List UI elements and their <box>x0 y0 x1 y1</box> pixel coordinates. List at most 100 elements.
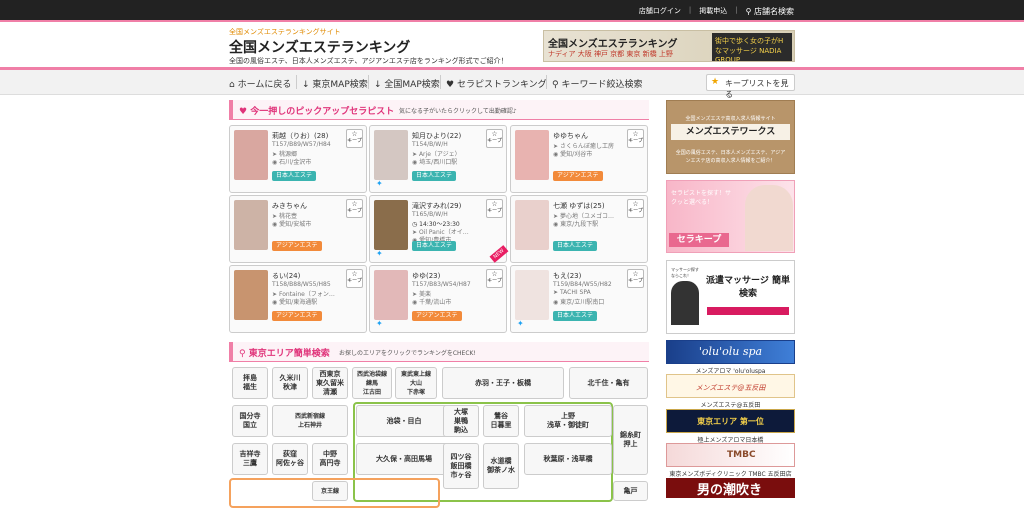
haken-title: 派遣マッサージ 簡単検索 <box>706 276 790 299</box>
pin-icon: ◉ <box>553 151 559 158</box>
area-button[interactable]: 水道橋 御茶ノ水 <box>483 443 519 489</box>
therapist-area: ◉ 東京/立川駅南口 <box>553 299 605 306</box>
shop-login-link[interactable]: 店舗ログイン <box>639 6 681 17</box>
search-icon: ⚲ <box>239 349 246 359</box>
keep-button[interactable]: ☆ キープ <box>486 199 503 218</box>
star-icon: ☆ <box>632 270 639 278</box>
gotanda-caption[interactable]: メンズエステ@五反田 <box>666 400 795 409</box>
twitter-icon[interactable]: ✦ <box>376 249 383 258</box>
serakeep-banner[interactable]: セラピストを探す！サクッと選べる！ セラキープ <box>666 180 795 253</box>
therapist-card[interactable]: 滝沢すみれ(29) T165/B/W/H ◷ 14:30〜23:30 ➤ Oil Pa… <box>369 195 509 263</box>
therapist-card[interactable]: もえ(23) T159/B84/W55/H82 ➤ TACHI SPA ◉ 東京/立川… <box>510 265 648 333</box>
keep-list-button[interactable]: ★ キープリストを見る <box>706 74 795 99</box>
area-button[interactable]: 錦糸町 押上 <box>613 405 648 475</box>
area-button[interactable]: 東武東上線 大山 下赤塚 <box>395 367 437 399</box>
keep-button[interactable]: ☆ キープ <box>346 199 363 218</box>
nav-japan-map[interactable]: ↓ 全国MAP検索 <box>374 77 440 90</box>
nav-tokyo-map[interactable]: ↓ 東京MAP検索 <box>302 77 368 90</box>
last-title: 男の潮吹き <box>696 483 762 498</box>
therapist-photo[interactable] <box>374 200 408 250</box>
listing-link[interactable]: 掲載申込 <box>699 6 727 17</box>
therapist-card[interactable]: 七瀬 ゆずは(25) ➤ 夢心地（ユメゴコ… ◉ 東京/九段下駅 日本人エステ ☆ キープ <box>510 195 648 263</box>
keep-button[interactable]: ☆ キープ <box>346 129 363 148</box>
therapist-photo[interactable] <box>374 270 408 320</box>
area-button[interactable]: 国分寺 国立 <box>232 405 268 437</box>
area-button[interactable]: 北千住・亀有 <box>569 367 648 399</box>
area-button[interactable]: 吉祥寺 三鷹 <box>232 443 268 475</box>
therapist-size: T157/B89/W57/H84 <box>272 141 331 148</box>
therapist-photo[interactable] <box>515 270 549 320</box>
keep-button[interactable]: ☆ キープ <box>486 269 503 288</box>
therapist-photo[interactable] <box>234 270 268 320</box>
keep-button[interactable]: ☆ キープ <box>486 129 503 148</box>
area-button[interactable]: 上野 浅草・御徒町 <box>524 405 612 437</box>
nadia-banner[interactable]: 全国メンズエステランキング ナディア 大阪 神戸 京都 東京 新橋 上野 街中で… <box>543 30 795 62</box>
therapist-area: ◉ 愛知/東海通駅 <box>272 299 318 306</box>
eria-banner[interactable]: 東京エリア 第一位 <box>666 409 795 433</box>
divider <box>296 75 297 89</box>
olu-title: 'olu'olu spa <box>698 345 763 358</box>
therapist-photo[interactable] <box>234 200 268 250</box>
category-tag: アジアンエステ <box>412 311 462 321</box>
therapist-card[interactable]: るい(24) T158/B88/W55/H85 ➤ Fontaine（フォン… ◉ 愛… <box>229 265 367 333</box>
area-button[interactable]: 秋葉原・浅草橋 <box>524 443 612 475</box>
area-button[interactable]: 西武新宿線 上石神井 <box>272 405 348 437</box>
header <box>0 22 1024 68</box>
keep-button[interactable]: ☆ キープ <box>627 199 644 218</box>
keep-button[interactable]: ☆ キープ <box>346 269 363 288</box>
therapist-card[interactable]: ゆゆちゃん ➤ さくらんぼ癒し工房 ◉ 愛知/刈谷市 アジアンエステ ☆ キープ <box>510 125 648 193</box>
area-button[interactable]: 大塚 巣鴨 駒込 <box>443 405 479 437</box>
shop-search-link[interactable]: ⚲ 店舗名検索 <box>746 6 794 17</box>
haken-banner[interactable]: マッサージ探すならこれ！ 派遣マッサージ 簡単検索 <box>666 260 795 334</box>
area-button[interactable]: 四ツ谷 飯田橋 市ヶ谷 <box>443 443 479 489</box>
star-icon: ★ <box>711 77 720 87</box>
area-button[interactable]: 中野 高円寺 <box>312 443 348 475</box>
twitter-icon[interactable]: ✦ <box>376 319 383 328</box>
tokyo-title: ⚲ 東京エリア簡単検索 <box>239 349 330 359</box>
therapist-card[interactable]: 莉越（りお）(28) T157/B89/W57/H84 ➤ 桃源郷 ◉ 石川/金沢市日… <box>229 125 367 193</box>
therapist-card[interactable]: ゆゆ(23) T157/B83/W54/H87 ➤ 美楽 ◉ 千葉/流山市 アジアンエス… <box>369 265 507 333</box>
area-button[interactable]: 池袋・目白 <box>356 405 452 437</box>
tmbc-banner[interactable]: TMBC <box>666 443 795 467</box>
tmbc-title: TMBC <box>727 450 756 460</box>
area-button[interactable]: 京王線 <box>312 481 348 501</box>
therapist-size: T158/B88/W55/H85 <box>272 281 331 288</box>
therapist-card[interactable]: みきちゃん ➤ 桃花壺 ◉ 愛知/安城市 アジアンエステ ☆ キープ <box>229 195 367 263</box>
keep-button[interactable]: ☆ キープ <box>627 129 644 148</box>
keep-button[interactable]: ☆ キープ <box>627 269 644 288</box>
area-button[interactable]: 鶯谷 日暮里 <box>483 405 519 437</box>
category-tag: 日本人エステ <box>412 241 457 251</box>
nav-keyword-search[interactable]: ⚲ キーワード絞込検索 <box>552 77 642 90</box>
area-button[interactable]: 亀戸 <box>613 481 648 501</box>
therapist-photo[interactable] <box>515 200 549 250</box>
area-button[interactable]: 拝島 福生 <box>232 367 268 399</box>
therapist-photo[interactable] <box>515 130 549 180</box>
category-tag: アジアンエステ <box>553 171 603 181</box>
twitter-icon[interactable]: ✦ <box>376 179 383 188</box>
gotanda-banner[interactable]: メンズエステ@五反田 <box>666 374 795 398</box>
category-tag: 日本人エステ <box>272 171 317 181</box>
therapist-card[interactable]: 知月ひより(22) T154/B/W/H ➤ Arje（アジェ） ◉ 埼玉/西川口駅日… <box>369 125 507 193</box>
separator: | <box>735 6 738 14</box>
area-button[interactable]: 西東京 東久留米 清瀬 <box>312 367 348 399</box>
nav-home[interactable]: ⌂ ホームに戻る <box>229 77 291 90</box>
works-banner[interactable]: 全国メンズエステ高収入求人情報サイト メンズエステワークス 全国の風俗エステ、日… <box>666 100 795 174</box>
olu-banner[interactable]: 'olu'olu spa <box>666 340 795 364</box>
therapist-photo[interactable] <box>374 130 408 180</box>
therapist-photo[interactable] <box>234 130 268 180</box>
area-button[interactable]: 西武池袋線 練馬 江古田 <box>352 367 392 399</box>
area-button[interactable]: 荻窪 阿佐ヶ谷 <box>272 443 308 475</box>
search-icon: ⚲ <box>552 80 559 90</box>
tmbc-caption[interactable]: 東京メンズボディクリニック TMBC 五反田店 <box>666 469 795 478</box>
twitter-icon[interactable]: ✦ <box>517 319 524 328</box>
last-banner[interactable]: 男の潮吹き <box>666 478 795 498</box>
area-button[interactable]: 赤羽・王子・板橋 <box>442 367 564 399</box>
category-tag: 日本人エステ <box>412 171 457 181</box>
divider <box>368 75 369 89</box>
site-title[interactable]: 全国メンズエステランキング <box>229 37 410 57</box>
nav-therapist-ranking[interactable]: ♥ セラピストランキング <box>446 77 547 90</box>
area-button[interactable]: 久米川 秋津 <box>272 367 308 399</box>
area-button[interactable]: 大久保・高田馬場 <box>356 443 452 475</box>
serakeep-title: セラキープ <box>669 233 729 247</box>
therapist-photo <box>745 185 793 251</box>
